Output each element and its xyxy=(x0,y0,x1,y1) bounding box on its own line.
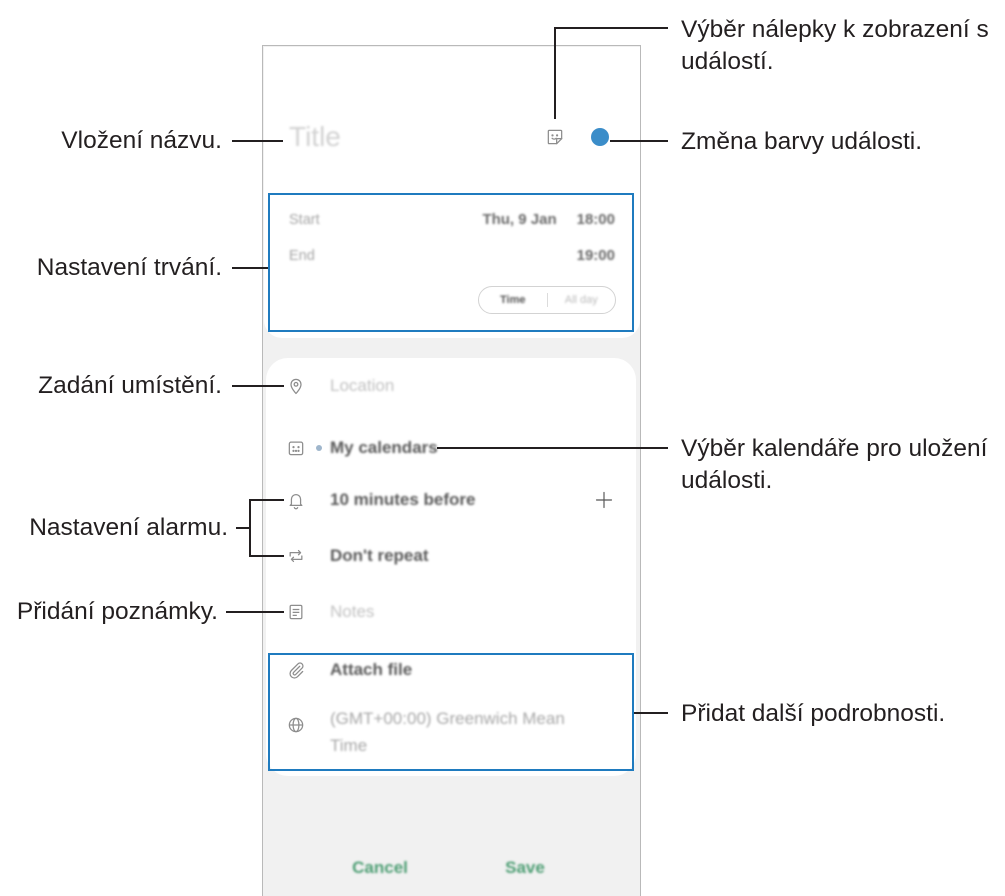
cancel-button[interactable]: Cancel xyxy=(330,857,430,879)
details-highlight-box xyxy=(268,653,634,771)
duration-callout-line xyxy=(232,267,268,269)
calendar-color-dot xyxy=(316,445,322,451)
calendar-annotation-line-1: Výběr kalendáře pro uložení xyxy=(681,435,988,462)
notes-callout-line xyxy=(226,611,284,613)
sticker-annotation-line-2: událostí. xyxy=(681,48,774,75)
notes-annotation: Přidání poznámky. xyxy=(16,598,218,625)
calendar-select[interactable]: My calendars xyxy=(330,437,438,459)
notes-icon xyxy=(286,602,306,622)
details-annotation: Přidat další podrobnosti. xyxy=(681,700,946,727)
map-pin-icon xyxy=(286,376,306,396)
sticker-callout-line xyxy=(554,27,556,119)
notes-input[interactable]: Notes xyxy=(330,601,374,623)
repeat-icon xyxy=(286,546,306,566)
duration-highlight-box xyxy=(268,193,634,332)
location-input[interactable]: Location xyxy=(330,375,394,397)
title-input[interactable]: Title xyxy=(289,120,341,154)
reminder-select[interactable]: 10 minutes before xyxy=(330,489,476,511)
sticker-annotation: Výběr nálepky k zobrazení s událostí. xyxy=(681,14,989,78)
sticker-callout-line-h xyxy=(554,27,668,29)
duration-annotation: Nastavení trvání. xyxy=(36,254,222,281)
alarm-callout-bracket xyxy=(249,499,251,557)
repeat-select[interactable]: Don't repeat xyxy=(330,545,429,567)
title-annotation: Vložení názvu. xyxy=(61,127,222,154)
location-callout-line xyxy=(232,385,284,387)
color-callout-line xyxy=(610,140,668,142)
alarm-callout-top xyxy=(249,499,284,501)
alarm-annotation: Nastavení alarmu. xyxy=(29,514,228,541)
alarm-callout-bottom xyxy=(249,555,284,557)
title-callout-line xyxy=(232,140,283,142)
sticker-icon[interactable] xyxy=(545,127,565,147)
calendar-callout-line xyxy=(437,447,668,449)
plus-icon[interactable] xyxy=(594,490,614,510)
details-callout-line xyxy=(634,712,668,714)
location-annotation: Zadání umístění. xyxy=(38,372,222,399)
color-annotation: Změna barvy události. xyxy=(681,128,923,155)
calendar-annotation-line-2: události. xyxy=(681,467,773,494)
save-button[interactable]: Save xyxy=(475,857,575,879)
calendar-icon xyxy=(286,438,306,458)
sticker-annotation-line-1: Výběr nálepky k zobrazení s xyxy=(681,16,989,43)
bell-icon xyxy=(286,490,306,510)
calendar-annotation: Výběr kalendáře pro uložení události. xyxy=(681,433,987,497)
event-color-button[interactable] xyxy=(591,128,609,146)
